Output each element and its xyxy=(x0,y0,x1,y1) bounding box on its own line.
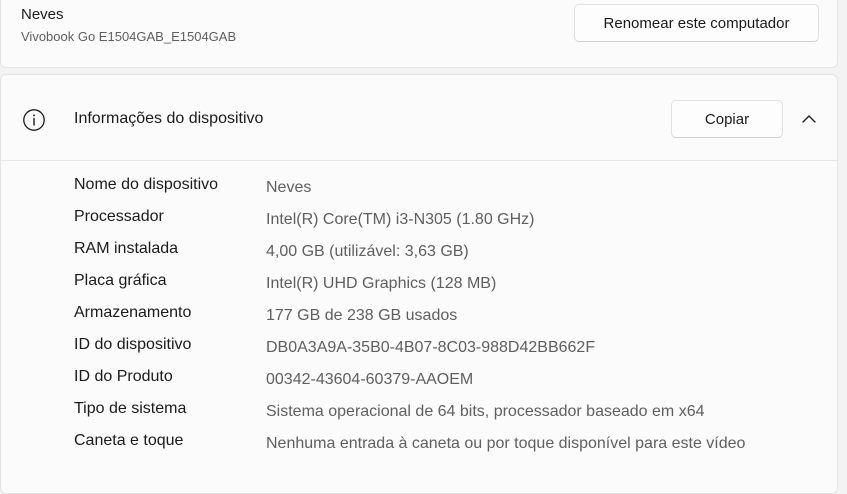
rename-pc-button[interactable]: Renomear este computador xyxy=(574,4,819,42)
spec-value: 4,00 GB (utilizável: 3,63 GB) xyxy=(266,243,469,260)
device-model: Vivobook Go E1504GAB_E1504GAB xyxy=(21,29,237,44)
spec-label: Processador xyxy=(74,208,164,225)
device-info-header[interactable]: Informações do dispositivo Copiar xyxy=(1,75,837,161)
spec-label: Tipo de sistema xyxy=(74,400,187,417)
spec-label: ID do Produto xyxy=(74,368,173,385)
spec-label: Nome do dispositivo xyxy=(74,176,219,193)
spec-label: Armazenamento xyxy=(74,304,192,321)
spec-label: RAM instalada xyxy=(74,240,179,257)
spec-value: Intel(R) UHD Graphics (128 MB) xyxy=(266,275,497,292)
info-circle-icon xyxy=(23,109,45,131)
spec-value: Intel(R) Core(TM) i3-N305 (1.80 GHz) xyxy=(266,211,535,228)
spec-value: Sistema operacional de 64 bits, processa… xyxy=(266,403,705,420)
device-info-card: Informações do dispositivo Copiar Nome d… xyxy=(0,74,838,494)
spec-value: DB0A3A9A-35B0-4B07-8C03-988D42BB662F xyxy=(266,339,596,356)
spec-value: 00342-43604-60379-AAOEM xyxy=(266,371,474,388)
copy-button[interactable]: Copiar xyxy=(671,100,783,138)
spec-label: ID do dispositivo xyxy=(74,336,192,353)
chevron-up-icon[interactable] xyxy=(799,109,819,129)
spec-label: Caneta e toque xyxy=(74,432,184,449)
spec-value: Nenhuma entrada à caneta ou por toque di… xyxy=(266,435,746,452)
spec-value: 177 GB de 238 GB usados xyxy=(266,307,458,324)
spec-value: Neves xyxy=(266,179,312,196)
device-info-title: Informações do dispositivo xyxy=(74,110,264,127)
device-name: Neves xyxy=(21,6,64,23)
spec-label: Placa gráfica xyxy=(74,272,167,289)
device-name-card: Neves Vivobook Go E1504GAB_E1504GAB Reno… xyxy=(0,0,838,68)
